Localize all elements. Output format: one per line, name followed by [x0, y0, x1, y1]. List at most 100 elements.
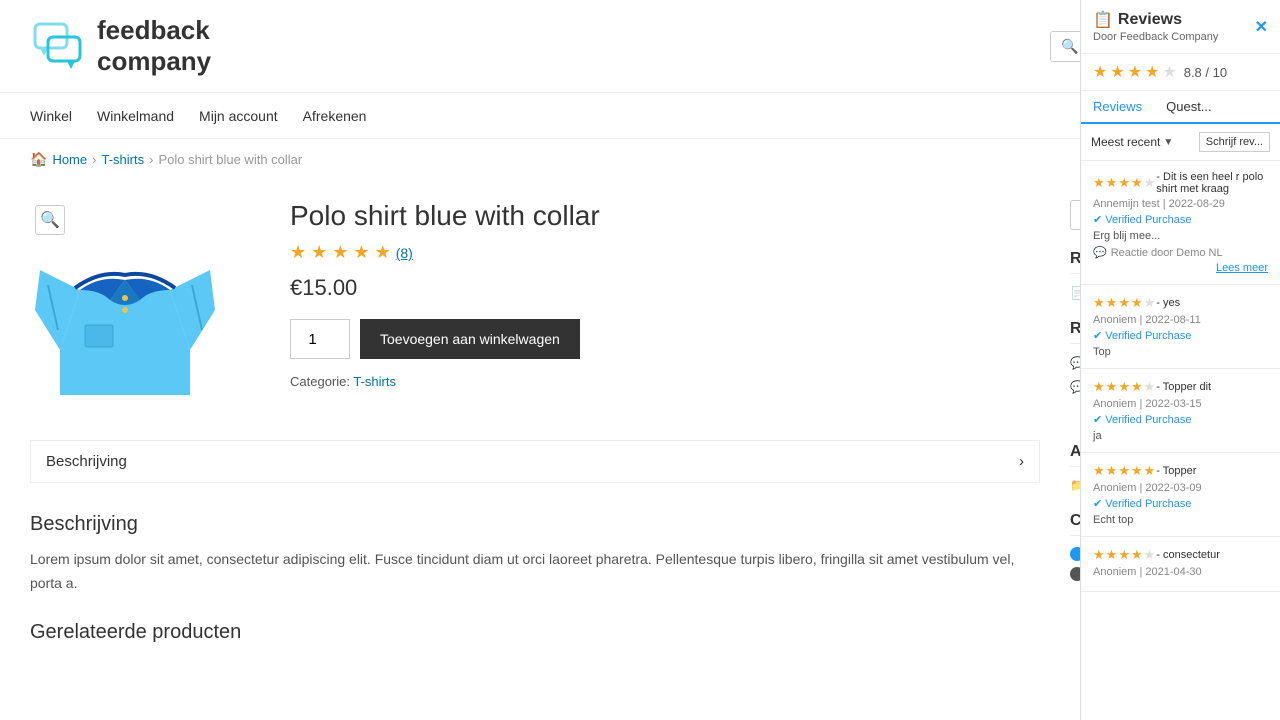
product-area: 🔍 [30, 200, 1040, 410]
review-2-stars: ★ ★ ★ ★ ★ - yes [1093, 295, 1268, 311]
breadcrumb-current: Polo shirt blue with collar [158, 152, 302, 167]
description-tab-label: Beschrijving [46, 453, 127, 470]
lees-meer-1[interactable]: Lees meer [1093, 262, 1268, 274]
review-card-3: ★ ★ ★ ★ ★ - Topper dit Anoniem | 2022-03… [1081, 369, 1280, 453]
review-2-verified: ✔ Verified Purchase [1093, 329, 1268, 342]
review-2-body: Top [1093, 346, 1268, 358]
nav-mijn-account[interactable]: Mijn account [199, 108, 278, 124]
category-link[interactable]: T-shirts [353, 374, 396, 389]
reviews-panel-icon: 📋 [1093, 10, 1113, 30]
panel-star-half: ★ [1162, 62, 1176, 82]
review-card-2: ★ ★ ★ ★ ★ - yes Anoniem | 2022-08-11 ✔ V… [1081, 285, 1280, 369]
star-4: ★ [353, 242, 369, 263]
panel-star-4: ★ [1145, 62, 1159, 82]
logo-icon [30, 19, 85, 74]
review-4-meta: Anoniem | 2022-03-09 [1093, 482, 1268, 494]
reviews-panel-close-button[interactable]: ✕ [1255, 17, 1268, 37]
review-2-meta: Anoniem | 2022-08-11 [1093, 314, 1268, 326]
product-image [30, 210, 230, 410]
star-half: ★ [375, 242, 391, 263]
review-4-verified: ✔ Verified Purchase [1093, 497, 1268, 510]
add-to-cart-button[interactable]: Toevoegen aan winkelwagen [360, 319, 580, 359]
product-image-wrap: 🔍 [30, 200, 250, 410]
product-column: 🔍 [30, 200, 1040, 644]
review-count[interactable]: (8) [396, 245, 413, 261]
verified-check-icon-3: ✔ [1093, 413, 1102, 426]
description-section: Beschrijving Lorem ipsum dolor sit amet,… [30, 503, 1040, 596]
review-3-title: - Topper dit [1156, 381, 1211, 393]
review-5-stars: ★ ★ ★ ★ ★ - consectetur [1093, 547, 1268, 563]
review-card-1: ★ ★ ★ ★ ★ - Dit is een heel r polo shirt… [1081, 161, 1280, 285]
panel-sort-dropdown[interactable]: Meest recent ▼ [1091, 135, 1173, 149]
description-title: Beschrijving [30, 513, 1040, 536]
panel-star-3: ★ [1128, 62, 1142, 82]
review-1-stars: ★ ★ ★ ★ ★ - Dit is een heel r polo shirt… [1093, 171, 1268, 195]
star-1: ★ [290, 242, 306, 263]
review-5-title: - consectetur [1156, 549, 1220, 561]
reply-icon-1: 💬 [1093, 246, 1107, 259]
review-3-meta: Anoniem | 2022-03-15 [1093, 398, 1268, 410]
review-3-stars: ★ ★ ★ ★ ★ - Topper dit [1093, 379, 1268, 395]
related-products-title: Gerelateerde producten [30, 621, 1040, 644]
nav-winkel[interactable]: Winkel [30, 108, 72, 124]
review-1-meta: Annemijn test | 2022-08-29 [1093, 198, 1268, 210]
nav-afrekenen[interactable]: Afrekenen [303, 108, 367, 124]
panel-toolbar: Meest recent ▼ Schrijf rev... [1081, 124, 1280, 161]
review-3-body: ja [1093, 430, 1268, 442]
category-label: Categorie: [290, 374, 350, 389]
panel-rating: 8.8 / 10 [1184, 65, 1227, 80]
nav-links: Winkel Winkelmand Mijn account Afrekenen [30, 108, 366, 124]
product-title: Polo shirt blue with collar [290, 200, 1040, 232]
breadcrumb-category[interactable]: T-shirts [101, 152, 144, 167]
home-icon: 🏠 [30, 151, 47, 168]
verified-check-icon-4: ✔ [1093, 497, 1102, 510]
quantity-input[interactable] [290, 319, 350, 359]
product-price: €15.00 [290, 275, 1040, 301]
product-rating-row: ★ ★ ★ ★ ★ (8) [290, 242, 1040, 263]
verified-check-icon-2: ✔ [1093, 329, 1102, 342]
logo-text: feedback company [97, 15, 211, 77]
review-card-4: ★ ★ ★ ★ ★ - Topper Anoniem | 2022-03-09 … [1081, 453, 1280, 537]
panel-tabs: Reviews Quest... [1081, 91, 1280, 124]
reviews-panel-title-wrap: 📋 Reviews Door Feedback Company [1093, 10, 1218, 43]
panel-sort-label: Meest recent [1091, 135, 1160, 149]
review-1-verified: ✔ Verified Purchase [1093, 213, 1268, 226]
panel-sort-arrow-icon: ▼ [1163, 137, 1173, 148]
description-text: Lorem ipsum dolor sit amet, consectetur … [30, 548, 1040, 596]
polo-shirt-svg [30, 210, 220, 410]
reviews-panel: 📋 Reviews Door Feedback Company ✕ ★ ★ ★ … [1080, 0, 1280, 720]
review-2-title: - yes [1156, 297, 1180, 309]
nav-winkelmand[interactable]: Winkelmand [97, 108, 174, 124]
verified-check-icon-1: ✔ [1093, 213, 1102, 226]
panel-star-2: ★ [1110, 62, 1124, 82]
review-1-snippet: Erg blij mee... [1093, 230, 1268, 242]
product-details: Polo shirt blue with collar ★ ★ ★ ★ ★ (8… [290, 200, 1040, 410]
logo: feedback company [30, 15, 211, 77]
review-4-stars: ★ ★ ★ ★ ★ - Topper [1093, 463, 1268, 479]
panel-stars-row: ★ ★ ★ ★ ★ 8.8 / 10 [1081, 54, 1280, 91]
review-1-reply: 💬 Reactie door Demo NL [1093, 246, 1268, 259]
add-to-cart-row: Toevoegen aan winkelwagen [290, 319, 1040, 359]
tab-questions[interactable]: Quest... [1154, 91, 1224, 122]
review-card-5: ★ ★ ★ ★ ★ - consectetur Anoniem | 2021-0… [1081, 537, 1280, 592]
header-search-icon: 🔍 [1061, 38, 1078, 55]
description-tab[interactable]: Beschrijving › [30, 440, 1040, 483]
review-1-title: - Dit is een heel r polo shirt met kraag [1156, 171, 1268, 195]
review-3-verified: ✔ Verified Purchase [1093, 413, 1268, 426]
review-4-body: Echt top [1093, 514, 1268, 526]
category-row: Categorie: T-shirts [290, 374, 1040, 389]
reviews-panel-subtitle: Door Feedback Company [1093, 31, 1218, 43]
tab-reviews[interactable]: Reviews [1081, 91, 1154, 124]
reviews-panel-title: Reviews [1118, 11, 1182, 29]
write-review-button[interactable]: Schrijf rev... [1199, 132, 1270, 152]
reviews-panel-header: 📋 Reviews Door Feedback Company ✕ [1081, 0, 1280, 54]
breadcrumb-home[interactable]: Home [52, 152, 87, 167]
tab-arrow-icon: › [1019, 453, 1024, 470]
review-4-title: - Topper [1156, 465, 1196, 477]
product-tabs: Beschrijving › [30, 440, 1040, 483]
review-5-meta: Anoniem | 2021-04-30 [1093, 566, 1268, 578]
breadcrumb-sep1: › [92, 152, 96, 167]
breadcrumb-sep2: › [149, 152, 153, 167]
star-2: ★ [311, 242, 327, 263]
panel-star-1: ★ [1093, 62, 1107, 82]
